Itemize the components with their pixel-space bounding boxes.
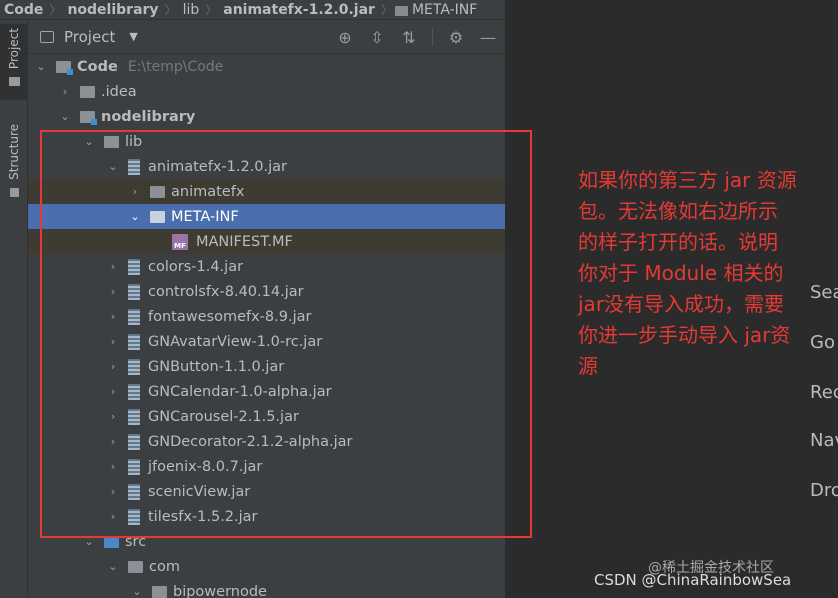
chevron-down-icon[interactable]: ⌄ [34,60,48,73]
annotation-line: 你对于 Module 相关的 [578,261,784,285]
structure-tool-label: Structure [7,124,21,180]
tree-row-idea[interactable]: › .idea [28,79,505,104]
chevron-down-icon[interactable]: ⌄ [130,585,144,598]
project-panel-header: Project ▼ ⊕ ⇳ ⇅ ⚙ — [28,20,505,54]
chevron-down-icon[interactable]: ⌄ [58,110,72,123]
annotation-line: 源 [578,354,598,378]
project-tool-tab[interactable]: Project [0,24,28,100]
annotation-highlight-box [40,130,532,538]
module-folder-icon [80,110,97,125]
project-view-selector[interactable]: Project [64,28,115,46]
tree-row-root[interactable]: ⌄ Code E:\temp\Code [28,54,505,79]
package-icon [152,585,167,598]
structure-tool-tab[interactable]: Structure [0,120,28,204]
breadcrumb-separator: 〉 [49,3,62,17]
editor-hint-text: Rec [810,382,838,403]
annotation-note: 如果你的第三方 jar 资源 包。无法像如右边所示 的样子打开的话。说明 你对于 Mo… [578,165,833,382]
tree-label-bipowernode: bipowernode [173,583,267,598]
tree-label-com: com [149,558,180,575]
breadcrumb-item-nodelibrary[interactable]: nodelibrary [63,2,162,18]
toolbar-divider [432,28,433,46]
folder-icon [8,77,20,87]
breadcrumb-item-lib[interactable]: lib [179,2,204,18]
breadcrumb-item-meta-inf[interactable]: META-INF [412,2,481,18]
breadcrumb-separator: 〉 [380,3,393,17]
breadcrumb-separator: 〉 [164,3,177,17]
collapse-all-icon[interactable]: ⇅ [400,28,418,47]
breadcrumb: Code 〉 nodelibrary 〉 lib 〉 animatefx-1.2… [0,0,505,20]
annotation-line: 的样子打开的话。说明 [578,230,778,254]
annotation-line: 你进一步手动导入 jar资 [578,323,791,347]
breadcrumb-item-jar[interactable]: animatefx-1.2.0.jar [219,2,379,18]
panel-toolbar: ⊕ ⇳ ⇅ ⚙ — [336,20,497,54]
folder-icon [80,85,95,98]
tree-row-nodelibrary[interactable]: ⌄ nodelibrary [28,104,505,129]
breadcrumb-separator: 〉 [205,3,218,17]
gear-icon[interactable]: ⚙ [447,28,465,47]
chevron-down-icon[interactable]: ▼ [129,30,137,43]
tree-root-path: E:\temp\Code [127,58,224,75]
annotation-line: jar没有导入成功，需要 [578,292,785,316]
module-folder-icon [56,60,73,75]
structure-icon [9,187,19,197]
annotation-line: 如果你的第三方 jar 资源 [578,168,797,192]
tool-window-strip: Project Structure [0,20,28,598]
chevron-down-icon[interactable]: ⌄ [106,560,120,573]
csdn-watermark: CSDN @ChinaRainbowSea [594,571,792,589]
project-icon [40,30,54,43]
editor-hint-text: Nav [810,430,838,451]
tree-label-idea: .idea [101,83,137,100]
tree-label-nodelibrary: nodelibrary [101,108,196,125]
target-icon[interactable]: ⊕ [336,28,354,47]
minimize-icon[interactable]: — [479,28,497,47]
folder-icon [394,5,408,16]
editor-hint-text: Dro [810,480,838,501]
expand-all-icon[interactable]: ⇳ [368,28,386,47]
tree-label-root: Code [77,58,118,75]
annotation-line: 包。无法像如右边所示 [578,199,778,223]
project-tool-label: Project [7,28,21,70]
chevron-right-icon[interactable]: › [58,85,72,98]
package-icon [128,560,143,573]
breadcrumb-item-code[interactable]: Code [0,2,47,18]
tree-row-com[interactable]: ⌄ com [28,554,505,579]
tree-row-bipowernode[interactable]: ⌄ bipowernode [28,579,505,598]
